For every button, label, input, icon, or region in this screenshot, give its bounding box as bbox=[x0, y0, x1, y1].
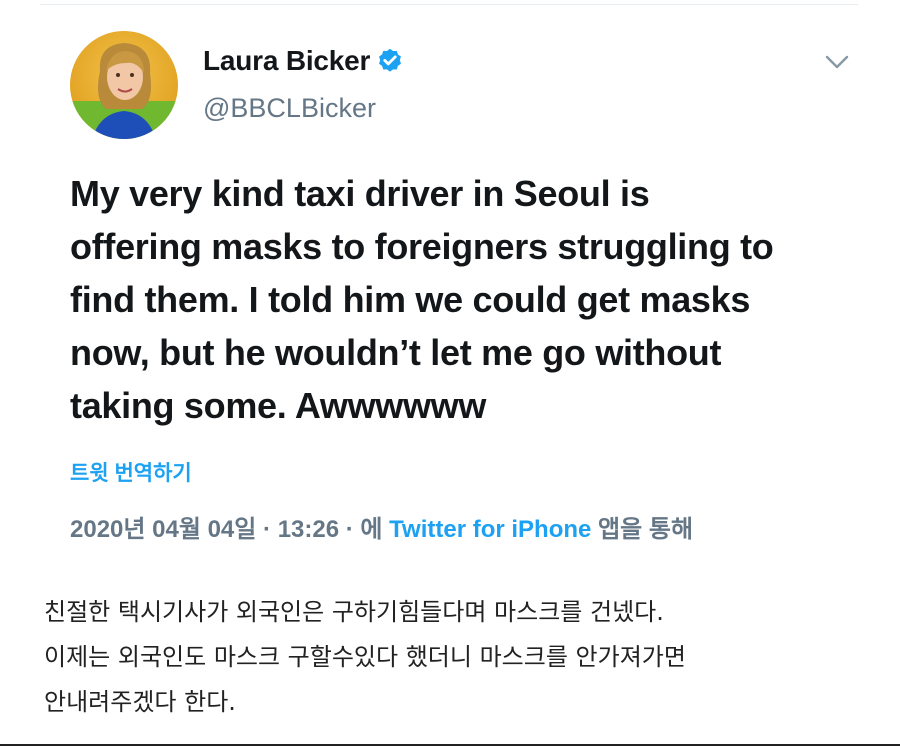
tweet-text-line: offering masks to foreigners struggling … bbox=[70, 226, 774, 267]
caption-line: 이제는 외국인도 마스크 구할수있다 했더니 마스크를 안가져가면 bbox=[44, 643, 686, 671]
verified-badge-icon bbox=[379, 48, 401, 72]
meta-suffix: 앱을 통해 bbox=[591, 516, 694, 543]
tweet-text-line: taking some. Awwwwww bbox=[70, 385, 487, 426]
author-avatar[interactable] bbox=[70, 31, 178, 139]
tweet-text-line: now, but he wouldn’t let me go without bbox=[70, 332, 722, 373]
page: Laura Bicker @BBCLBicker My very kind ta… bbox=[0, 0, 900, 748]
chevron-down-icon[interactable] bbox=[824, 53, 850, 71]
meta-separator: · bbox=[256, 516, 278, 543]
meta-prefix: 에 bbox=[360, 516, 390, 543]
tweet-meta: 2020년 04월 04일 · 13:26 · 에 Twitter for iP… bbox=[70, 509, 693, 544]
author-handle[interactable]: @BBCLBicker bbox=[203, 93, 376, 124]
caption-line: 친절한 택시기사가 외국인은 구하기힘들다며 마스크를 건넸다. bbox=[44, 598, 664, 626]
tweet-date[interactable]: 2020년 04월 04일 bbox=[70, 516, 256, 543]
author-name[interactable]: Laura Bicker bbox=[203, 45, 370, 77]
caption-line: 안내려주겠다 한다. bbox=[44, 688, 236, 716]
avatar-photo-icon bbox=[70, 31, 178, 139]
tweet-text: My very kind taxi driver in Seoul is off… bbox=[70, 167, 860, 432]
caption-text: 친절한 택시기사가 외국인은 구하기힘들다며 마스크를 건넸다. 이제는 외국인… bbox=[44, 590, 874, 725]
source-app-link[interactable]: Twitter for iPhone bbox=[389, 516, 591, 543]
tweet-text-line: My very kind taxi driver in Seoul is bbox=[70, 173, 650, 214]
tweet-card: Laura Bicker @BBCLBicker My very kind ta… bbox=[40, 5, 858, 560]
meta-separator: · bbox=[339, 516, 361, 543]
bottom-divider bbox=[0, 744, 900, 746]
tweet-text-line: find them. I told him we could get masks bbox=[70, 279, 751, 320]
tweet-time[interactable]: 13:26 bbox=[278, 516, 339, 543]
translate-tweet-link[interactable]: 트윗 번역하기 bbox=[70, 457, 192, 487]
